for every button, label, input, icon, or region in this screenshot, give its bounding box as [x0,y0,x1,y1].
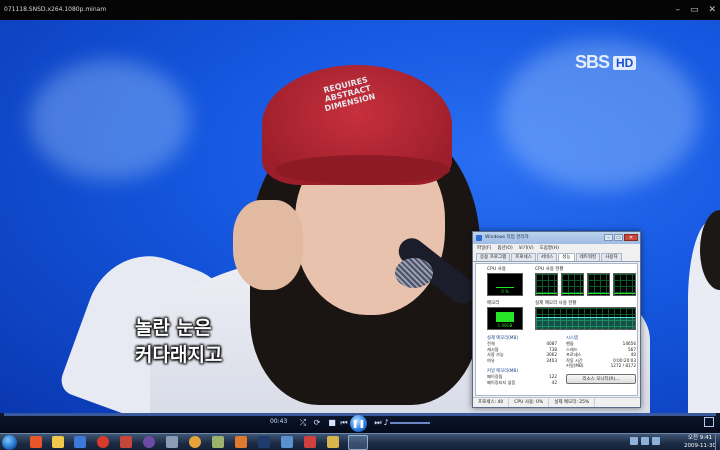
physical-memory-stats: 실제 메모리(MB) 전체 4087 캐시됨 738 사용 가능 3062 여유 240… [487,336,557,363]
pause-icon: ❚❚ [351,419,366,428]
stat-row: 페이징되지 않음 42 [487,379,557,385]
network-icon[interactable] [630,437,638,445]
player-controls: 00:43 ⤮ ⟳ ■ ⏮ ❚❚ ⏭ ♪ [0,413,720,433]
chat-icon[interactable] [281,436,293,448]
menu-options[interactable]: 옵션(O) [497,245,512,252]
memory-history-graph [535,307,636,330]
taskbar: 오전 9:41 2009-11-30 [0,433,720,450]
pause-button[interactable]: ❚❚ [350,415,367,432]
stage-light [30,60,190,180]
tab-applications[interactable]: 응용 프로그램 [476,253,511,261]
pdf-icon[interactable] [304,436,316,448]
tab-services[interactable]: 서비스 [536,253,558,261]
repeat-icon[interactable]: ⟳ [311,417,323,429]
performance-panel: CPU 사용 0 % CPU 사용 현황 메모리 1.00GB 실제 메모리 사… [475,263,638,396]
tab-users[interactable]: 사용자 [601,253,622,261]
task-manager-window: Windows 작업 관리자 – ▭ ✕ 파일(F) 옵션(O) 보기(V) 도… [472,231,641,408]
menu-file[interactable]: 파일(F) [477,245,491,252]
cpu-usage-label: CPU 사용 [487,267,506,272]
folder-icon[interactable] [52,436,64,448]
photoshop-icon[interactable] [258,436,270,448]
resource-monitor-button[interactable]: 리소스 모니터(R)... [566,374,636,384]
hd-badge: HD [613,55,637,70]
desktop: 071118.SNSD.x264.1080p.minam – ▭ ✕ REQUI… [0,0,720,450]
stat-row: 여유 2403 [487,357,557,363]
tab-networking[interactable]: 네트워킹 [575,253,601,261]
start-button[interactable] [2,435,17,450]
disc-icon[interactable] [189,436,201,448]
player-window-controls: – ▭ ✕ [675,0,716,20]
task-manager-icon [476,235,482,241]
menu-help[interactable]: 도움말(H) [540,245,559,252]
subtitle-line-1: 놀란 눈은 [135,317,212,339]
maximize-icon[interactable]: ▭ [614,234,623,241]
close-icon[interactable]: ✕ [708,0,716,20]
tab-performance[interactable]: 성능 [558,253,575,261]
volume-slider[interactable] [390,422,430,424]
opera-icon[interactable] [97,436,109,448]
cpu-usage-value: 0 % [501,289,509,294]
clock[interactable]: 오전 9:41 2009-11-30 [684,434,716,450]
fullscreen-icon[interactable] [704,417,714,427]
cpu-history-graph-2 [561,273,584,296]
cpu-usage-meter: 0 % [487,273,523,296]
taskmanager-taskbar-button[interactable] [348,435,368,450]
sbs-logo: SBS [575,52,610,72]
browser-icon[interactable] [74,436,86,448]
system-stats: 시스템 핸들 14656 스레드 567 프로세스 40 작동 시간 0:00:20:0… [566,336,636,369]
app-icon[interactable] [120,436,132,448]
subtitle: 놀란 눈은 커다래지고 [135,315,222,369]
cpu-history-graph-1 [535,273,558,296]
memory-history-label: 실제 메모리 사용 현황 [535,301,577,306]
previous-icon[interactable]: ⏮ [338,417,350,429]
microphone-head [395,258,433,288]
stop-icon[interactable]: ■ [326,417,338,429]
memory-meter: 1.00GB [487,307,523,330]
broadcaster-watermark: SBS HD [575,52,637,73]
memory-label: 메모리 [487,301,500,306]
elapsed-time: 00:43 [270,418,288,425]
stat-row: 커밋(MB) 1272 / 8172 [566,363,636,369]
system-tray [630,437,660,445]
close-icon[interactable]: ✕ [624,234,638,241]
tab-strip: 응용 프로그램 프로세스 서비스 성능 네트워킹 사용자 [473,253,640,262]
peace-sign-hand [233,200,303,290]
task-manager-title: Windows 작업 관리자 [485,235,529,240]
cpu-history-graph-4 [613,273,636,296]
cpu-usage-bar [496,287,514,288]
memory-bar [496,312,514,322]
player-titlebar[interactable]: 071118.SNSD.x264.1080p.minam – ▭ ✕ [0,0,720,20]
cpu-history-graph-3 [587,273,610,296]
kernel-memory-stats: 커널 메모리(MB) 페이징됨 122 페이징되지 않음 42 [487,369,557,385]
volume-tray-icon[interactable] [641,437,649,445]
notes-icon[interactable] [327,436,339,448]
cap-brim [275,155,450,185]
task-manager-window-controls: – ▭ ✕ [604,234,638,241]
media-icon[interactable] [143,436,155,448]
player-icon[interactable] [235,436,247,448]
status-cpu: CPU 사용: 0% [509,398,550,407]
cpu-history-label: CPU 사용 현황 [535,267,564,272]
status-memory: 실제 메모리: 25% [549,398,596,407]
task-manager-titlebar[interactable]: Windows 작업 관리자 – ▭ ✕ [473,232,640,244]
flag-icon[interactable] [652,437,660,445]
memory-value: 1.00GB [497,323,513,328]
image-icon[interactable] [212,436,224,448]
shuffle-icon[interactable]: ⤮ [297,417,309,429]
show-desktop-button[interactable] [715,434,720,450]
status-bar: 프로세스: 40 CPU 사용: 0% 실제 메모리: 25% [473,397,640,407]
status-processes: 프로세스: 40 [473,398,510,407]
menu-bar: 파일(F) 옵션(O) 보기(V) 도움말(H) [473,244,640,253]
minimize-icon[interactable]: – [675,0,680,20]
menu-view[interactable]: 보기(V) [519,245,534,252]
clock-time: 오전 9:41 [687,435,713,441]
minimize-icon[interactable]: – [604,234,613,241]
subtitle-line-2: 커다래지고 [135,344,223,366]
maximize-icon[interactable]: ▭ [690,0,699,20]
player-title: 071118.SNSD.x264.1080p.minam [4,6,107,13]
document-icon[interactable] [166,436,178,448]
clock-date: 2009-11-30 [684,443,716,449]
tools-icon[interactable] [30,436,42,448]
tab-processes[interactable]: 프로세스 [511,253,536,261]
